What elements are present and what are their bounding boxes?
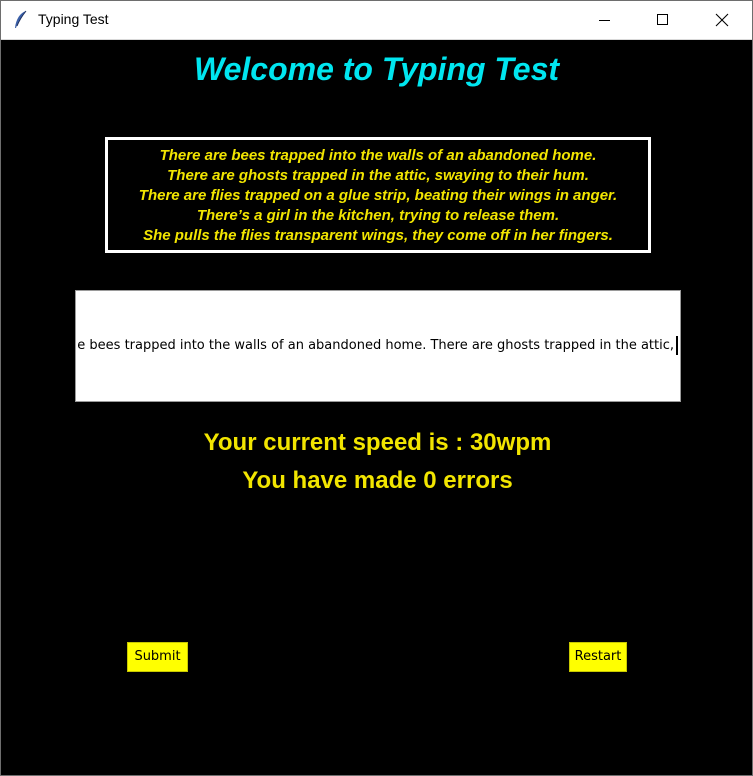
restart-button[interactable]: Restart	[569, 642, 627, 672]
window-title: Typing Test	[38, 11, 109, 27]
minimize-button[interactable]	[576, 1, 634, 39]
close-icon	[715, 13, 729, 27]
typed-text: e bees trapped into the walls of an aban…	[77, 338, 674, 353]
submit-button[interactable]: Submit	[127, 642, 188, 672]
title-bar[interactable]: Typing Test	[1, 1, 752, 40]
close-button[interactable]	[693, 1, 751, 39]
page-title: Welcome to Typing Test	[193, 51, 560, 87]
text-caret	[676, 336, 678, 355]
maximize-button[interactable]	[634, 1, 692, 39]
app-window: Typing Test Welcome to Typing Test There…	[0, 0, 753, 776]
passage-line: There are flies trapped on a glue strip,…	[138, 187, 618, 204]
passage-line: There are ghosts trapped in the attic, s…	[167, 167, 589, 184]
speed-label: Your current speed is : 30wpm	[203, 429, 552, 456]
minimize-icon	[599, 20, 610, 21]
feather-icon	[13, 10, 29, 30]
passage-line: She pulls the flies transparent wings, t…	[143, 227, 613, 244]
passage-line: There’s a girl in the kitchen, trying to…	[196, 207, 560, 224]
passage-box: There are bees trapped into the walls of…	[105, 137, 651, 253]
errors-label: You have made 0 errors	[242, 467, 513, 494]
passage-line: There are bees trapped into the walls of…	[159, 147, 597, 164]
maximize-icon	[657, 14, 668, 25]
typing-input[interactable]: e bees trapped into the walls of an aban…	[75, 290, 681, 402]
